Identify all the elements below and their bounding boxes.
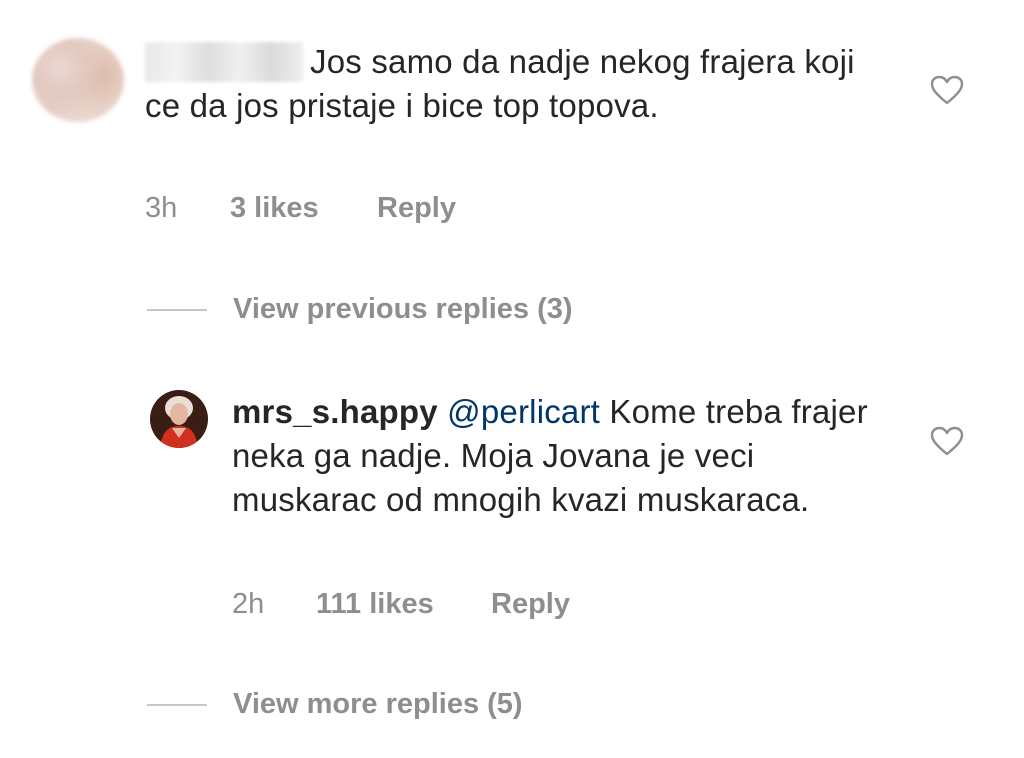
comment-timestamp: 3h (145, 192, 178, 224)
comment-meta: 3h 3 likes Reply (145, 192, 456, 225)
avatar-image (150, 390, 208, 448)
heart-outline-icon[interactable] (930, 426, 964, 456)
thread-divider-line (147, 703, 207, 706)
comment-text: mrs_s.happy @perlicart Kome treba frajer… (232, 390, 892, 522)
view-more-replies-label: View more replies (5) (233, 688, 523, 720)
comment-timestamp: 2h (232, 588, 265, 620)
comment-meta: 2h 111 likes Reply (232, 588, 570, 621)
avatar[interactable] (150, 390, 208, 448)
view-more-replies-button[interactable]: View more replies (5) (147, 688, 523, 721)
view-previous-replies-button[interactable]: View previous replies (3) (147, 293, 573, 326)
thread-divider-line (147, 308, 207, 311)
likes-count-link[interactable]: 3 likes (230, 192, 377, 225)
comment-username-link[interactable]: mrs_s.happy (232, 393, 438, 430)
mention-link[interactable]: @perlicart (447, 393, 600, 430)
heart-outline-icon[interactable] (930, 75, 964, 105)
reply-button[interactable]: Reply (491, 588, 570, 621)
view-previous-replies-label: View previous replies (3) (233, 293, 573, 325)
avatar-redacted[interactable] (32, 38, 124, 122)
likes-count-link[interactable]: 111 likes (316, 588, 491, 621)
reply-button[interactable]: Reply (377, 192, 456, 225)
comment-text: Jos samo da nadje nekog frajera koji ce … (145, 43, 855, 124)
